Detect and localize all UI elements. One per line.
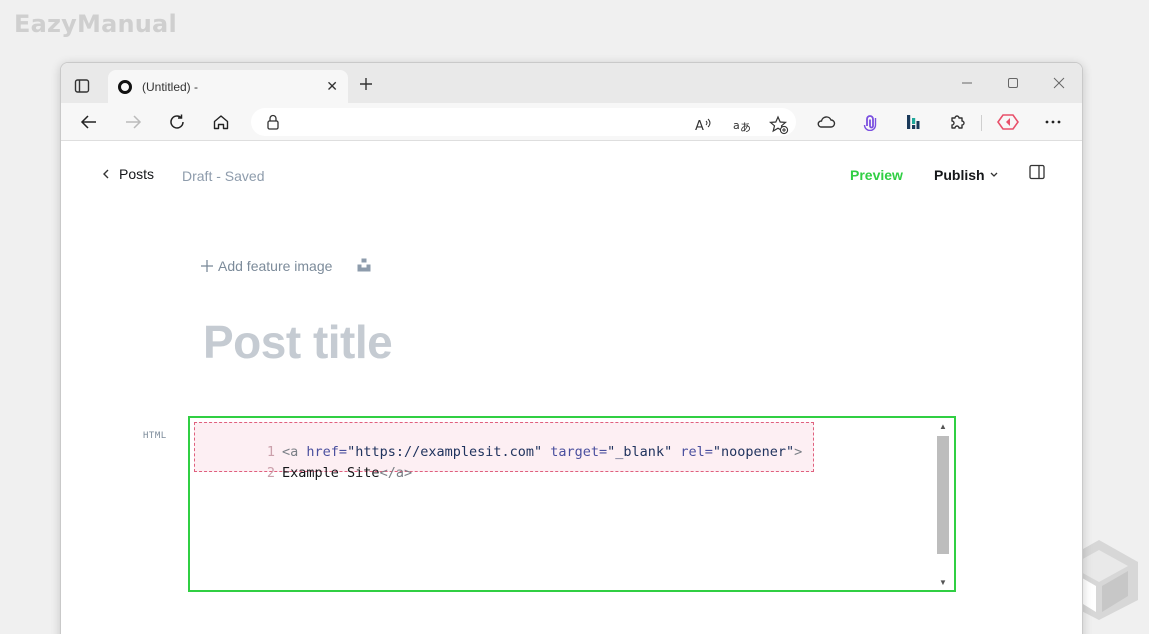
code-token: </a> (379, 465, 413, 481)
chevron-left-icon (103, 169, 109, 179)
hexagon-icon (997, 114, 1019, 130)
home-button[interactable] (209, 110, 233, 134)
chevron-down-icon (990, 172, 998, 177)
scrollbar-thumb[interactable] (937, 436, 949, 554)
paperclip-icon (863, 115, 877, 131)
preview-button[interactable]: Preview (850, 167, 903, 183)
plus-icon (360, 78, 372, 90)
html-card-editor[interactable]: 1 <a href="https://examplesit.com" target… (188, 416, 956, 592)
scroll-up-arrow-icon[interactable]: ▲ (938, 422, 948, 432)
code-scrollbar[interactable]: ▲ ▼ (936, 420, 950, 588)
back-button[interactable] (77, 110, 101, 134)
lock-icon (267, 114, 279, 130)
tab-untitled[interactable]: (Untitled) - ✕ (108, 70, 348, 103)
favorite-add-icon[interactable] (769, 115, 789, 135)
forward-button[interactable] (121, 110, 145, 134)
code-token: Example Site (282, 465, 380, 481)
more-menu-button[interactable] (1041, 110, 1065, 134)
minimize-button[interactable] (944, 71, 990, 95)
pink-extension-button[interactable] (996, 110, 1020, 134)
read-aloud-icon[interactable]: A (694, 115, 714, 135)
svg-text:あ: あ (740, 121, 751, 133)
code-token: "_blank" (607, 444, 681, 460)
unsplash-icon[interactable] (357, 258, 371, 272)
sidebar-toggle-icon[interactable] (1029, 164, 1045, 180)
close-icon (1053, 77, 1065, 89)
tab-bar: (Untitled) - ✕ (61, 63, 1082, 103)
maximize-button[interactable] (990, 71, 1036, 95)
bar-extension-button[interactable] (901, 110, 925, 134)
toolbar-divider (981, 115, 982, 131)
arrow-right-icon (126, 115, 142, 129)
code-token: target= (550, 444, 608, 460)
post-title-input[interactable]: Post title (203, 315, 393, 369)
cloud-extension-button[interactable] (814, 110, 838, 134)
scroll-down-arrow-icon[interactable]: ▼ (938, 578, 948, 588)
more-dots-icon (1045, 120, 1061, 124)
line-number: 2 (266, 465, 276, 481)
close-window-button[interactable] (1036, 71, 1082, 95)
maximize-icon (1008, 78, 1018, 88)
refresh-icon (170, 114, 184, 129)
svg-text:A: A (695, 119, 704, 133)
code-token: > (794, 444, 803, 460)
clip-extension-button[interactable] (858, 110, 882, 134)
tab-title: (Untitled) - (142, 79, 199, 94)
add-feature-image-label: Add feature image (218, 258, 333, 274)
ghost-favicon-icon (118, 79, 132, 94)
translate-icon[interactable]: aあ (732, 115, 752, 135)
cloud-icon (817, 116, 836, 128)
arrow-left-icon (80, 115, 96, 129)
bars-icon (907, 115, 920, 129)
browser-window: (Untitled) - ✕ A a あ Posts Draft - Saved… (60, 62, 1083, 634)
tab-actions-icon[interactable] (71, 75, 93, 97)
minimize-icon (962, 82, 972, 84)
html-card-label: HTML (143, 431, 167, 441)
watermark-text: EazyManual (14, 10, 177, 38)
extensions-button[interactable] (945, 110, 969, 134)
home-icon (213, 115, 229, 130)
puzzle-icon (951, 115, 965, 129)
editor-content: Posts Draft - Saved Preview Publish Add … (61, 142, 1082, 634)
browser-toolbar: A aあ (61, 103, 1082, 141)
tab-close-icon[interactable]: ✕ (326, 78, 338, 95)
posts-label: Posts (119, 166, 155, 182)
code-line[interactable]: 2 Example Site</a> (190, 449, 412, 497)
back-to-posts-link[interactable]: Posts (101, 166, 154, 182)
code-token: "noopener" (712, 444, 795, 460)
draft-status: Draft - Saved (182, 168, 265, 184)
svg-text:a: a (733, 119, 740, 132)
refresh-button[interactable] (165, 110, 189, 134)
publish-button[interactable]: Publish (934, 167, 999, 183)
code-token: rel= (680, 444, 713, 460)
publish-label: Publish (934, 167, 985, 183)
plus-icon (201, 260, 213, 272)
new-tab-button[interactable] (355, 73, 377, 95)
address-bar[interactable]: A aあ (251, 108, 796, 136)
add-feature-image-button[interactable]: Add feature image (201, 258, 332, 274)
